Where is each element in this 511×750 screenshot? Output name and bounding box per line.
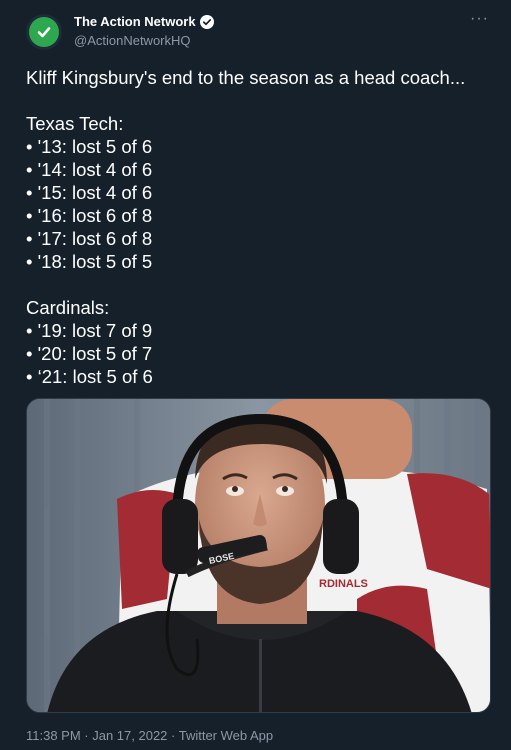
more-options-icon[interactable]: ··· — [470, 11, 489, 27]
tweet-line: • '20: lost 5 of 7 — [26, 343, 153, 364]
tweet-line: Texas Tech: — [26, 113, 124, 134]
jersey-text: RDINALS — [319, 578, 368, 590]
author-handle[interactable]: @ActionNetworkHQ — [74, 33, 214, 48]
tweet-line: • ‘21: lost 5 of 6 — [26, 366, 153, 387]
tweet-text: Kliff Kingsbury's end to the season as a… — [26, 66, 496, 388]
avatar[interactable] — [26, 14, 62, 50]
checkmark-logo-icon — [29, 17, 59, 47]
tweet-line: • '14: lost 4 of 6 — [26, 159, 153, 180]
tweet-line: • '16: lost 6 of 8 — [26, 205, 153, 226]
tweet-line: • '15: lost 4 of 6 — [26, 182, 153, 203]
author-display-name[interactable]: The Action Network — [74, 14, 196, 29]
tweet-line: Kliff Kingsbury's end to the season as a… — [26, 67, 466, 88]
tweet-line: • '18: lost 5 of 5 — [26, 251, 153, 272]
tweet-timestamp[interactable]: 11:38 PM · Jan 17, 2022 · Twitter Web Ap… — [26, 728, 273, 743]
tweet-line: • '17: lost 6 of 8 — [26, 228, 153, 249]
tweet-line: • '19: lost 7 of 9 — [26, 320, 153, 341]
tweet-photo[interactable]: RDINALS BOSE — [26, 398, 491, 713]
tweet-line: Cardinals: — [26, 297, 110, 318]
tweet-line: • '13: lost 5 of 6 — [26, 136, 153, 157]
tweet-line — [26, 273, 496, 296]
tweet-author: The Action Network @ActionNetworkHQ — [74, 14, 214, 48]
tweet-line — [26, 89, 496, 112]
verified-badge-icon — [199, 14, 214, 29]
